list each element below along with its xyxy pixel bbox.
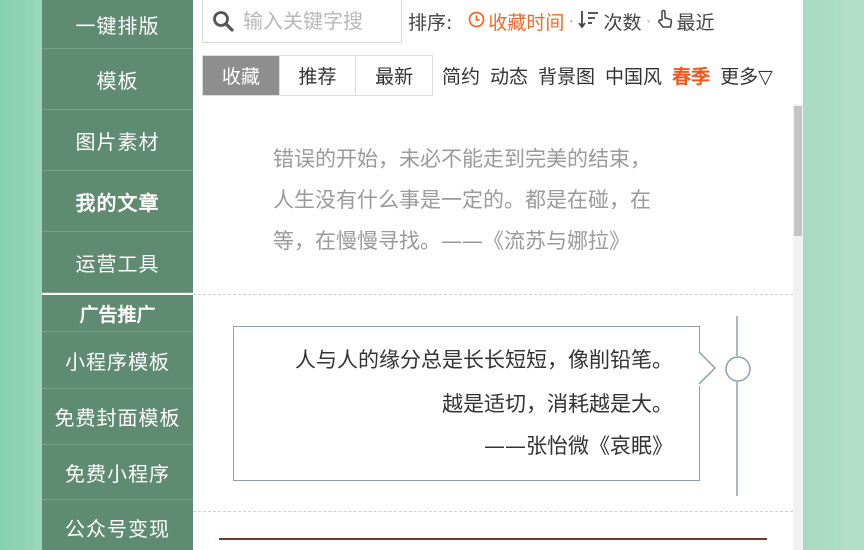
search-box bbox=[202, 0, 402, 43]
hand-pointer-icon bbox=[656, 9, 677, 34]
sidebar-item-one-click-layout[interactable]: 一键排版 bbox=[42, 0, 193, 49]
sort-separator: · bbox=[568, 10, 575, 33]
sidebar-item-free-mini-program[interactable]: 免费小程序 bbox=[42, 445, 193, 500]
sidebar-item-operation-tools[interactable]: 运营工具 bbox=[42, 232, 193, 293]
sidebar-item-label: 免费小程序 bbox=[65, 461, 170, 486]
quote-line: 人与人的缘分总是长长短短，像削铅笔。 bbox=[295, 348, 673, 372]
sidebar-item-label: 我的文章 bbox=[75, 190, 160, 215]
category-more-dropdown[interactable]: 更多▽ bbox=[720, 62, 773, 89]
sidebar-item-label: 免费封面模板 bbox=[54, 406, 181, 430]
sort-separator: · bbox=[645, 10, 652, 33]
quote-line: 越是适切，消耗越是大。 bbox=[442, 392, 673, 416]
tab-bar: 收藏 推荐 最新 bbox=[202, 55, 433, 96]
sidebar-item-templates[interactable]: 模板 bbox=[42, 49, 193, 110]
tab-label: 最新 bbox=[375, 66, 414, 88]
quote-line: 人生没有什么事是一定的。都是在碰，在 bbox=[273, 188, 651, 212]
main-panel: 排序: 收藏时间 · bbox=[193, 0, 803, 550]
sidebar-item-label: 公众号变现 bbox=[65, 516, 170, 541]
sidebar-item-label: 图片素材 bbox=[75, 129, 160, 154]
sidebar-heading-label: 广告推广 bbox=[79, 303, 156, 326]
quote-line: 错误的开始，未必不能走到完美的结束， bbox=[273, 147, 651, 171]
category-spring[interactable]: 春季 bbox=[672, 62, 710, 89]
sidebar-item-free-cover-templates[interactable]: 免费封面模板 bbox=[42, 389, 193, 445]
template-card-divider bbox=[219, 538, 767, 540]
tab-label: 推荐 bbox=[298, 66, 337, 88]
sort-desc-icon bbox=[578, 9, 603, 34]
quote-line: 等，在慢慢寻找。——《流苏与娜拉》 bbox=[273, 229, 630, 253]
category-simple[interactable]: 简约 bbox=[442, 62, 480, 89]
sort-option-label: 次数 bbox=[603, 12, 642, 34]
sort-option-recent[interactable]: 最近 bbox=[656, 8, 715, 35]
sidebar-heading-ads: 广告推广 bbox=[42, 293, 193, 332]
sidebar-item-mini-program-templates[interactable]: 小程序模板 bbox=[42, 332, 193, 389]
clock-icon bbox=[468, 11, 488, 33]
tab-recommended[interactable]: 推荐 bbox=[279, 56, 357, 95]
category-chinese-style[interactable]: 中国风 bbox=[605, 62, 662, 89]
template-list: 错误的开始，未必不能走到完美的结束， 人生没有什么事是一定的。都是在碰，在 等，… bbox=[193, 104, 793, 550]
sort-option-label: 收藏时间 bbox=[488, 12, 565, 34]
sidebar-item-label: 小程序模板 bbox=[65, 349, 170, 374]
tab-label: 收藏 bbox=[221, 66, 260, 88]
search-icon[interactable] bbox=[203, 1, 243, 41]
sidebar-item-official-account-monetize[interactable]: 公众号变现 bbox=[42, 500, 193, 550]
quote-box: 人与人的缘分总是长长短短，像削铅笔。 越是适切，消耗越是大。 ——张怡微《哀眠》 bbox=[233, 326, 700, 481]
sort-option-label: 最近 bbox=[676, 12, 715, 34]
quote-text: 错误的开始，未必不能走到完美的结束， 人生没有什么事是一定的。都是在碰，在 等，… bbox=[273, 139, 713, 262]
sidebar: 一键排版 模板 图片素材 我的文章 运营工具 广告推广 小程序模板 免费封面模板… bbox=[42, 0, 193, 550]
template-card[interactable]: 错误的开始，未必不能走到完美的结束， 人生没有什么事是一定的。都是在碰，在 等，… bbox=[193, 104, 793, 295]
timeline-decoration bbox=[693, 316, 751, 496]
category-animated[interactable]: 动态 bbox=[490, 62, 528, 89]
sidebar-item-label: 一键排版 bbox=[75, 13, 160, 38]
category-background[interactable]: 背景图 bbox=[538, 62, 595, 89]
sidebar-item-my-articles[interactable]: 我的文章 bbox=[42, 171, 193, 232]
sort-bar: 排序: 收藏时间 · 次数 · 最近 bbox=[408, 0, 715, 43]
sidebar-item-label: 运营工具 bbox=[75, 251, 160, 276]
sort-option-favorite-time[interactable]: 收藏时间 bbox=[468, 8, 564, 35]
search-input[interactable] bbox=[243, 9, 391, 33]
sort-label: 排序: bbox=[408, 12, 453, 34]
category-filter: 简约 动态 背景图 中国风 春季 更多▽ bbox=[442, 55, 773, 96]
tab-latest[interactable]: 最新 bbox=[356, 56, 433, 95]
sort-option-count[interactable]: 次数 bbox=[578, 8, 641, 35]
quote-attribution: ——张怡微《哀眠》 bbox=[484, 434, 673, 458]
template-card[interactable]: 人与人的缘分总是长长短短，像削铅笔。 越是适切，消耗越是大。 ——张怡微《哀眠》 bbox=[193, 296, 793, 512]
scrollbar-thumb[interactable] bbox=[794, 106, 802, 236]
scrollbar[interactable] bbox=[793, 104, 803, 550]
tab-favorites[interactable]: 收藏 bbox=[203, 56, 280, 95]
toolbar: 排序: 收藏时间 · bbox=[193, 0, 803, 104]
sidebar-item-image-assets[interactable]: 图片素材 bbox=[42, 110, 193, 171]
sidebar-item-label: 模板 bbox=[96, 68, 139, 93]
